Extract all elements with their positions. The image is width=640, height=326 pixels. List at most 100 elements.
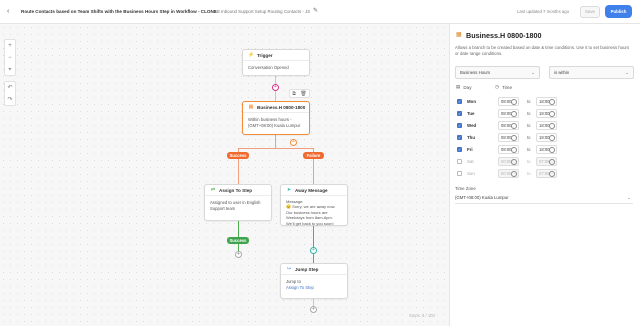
jump-step-node[interactable]: ↪ Jump Step Jump to Assign To Step [280,263,348,299]
to-label: to [527,99,531,104]
away-message-node[interactable]: ➤ Away Message Message: 😊 Sorry, we are … [280,184,348,226]
clock-icon [511,170,517,177]
node-body-line: (GMT+08:00) Kuala Lumpur [248,123,301,128]
day-checkbox[interactable]: ✓ [457,123,462,128]
start-time-input[interactable]: 08:00 [498,97,519,106]
chevron-down-icon: ⌄ [627,195,631,200]
clock-icon [511,134,517,141]
day-row: ✓ Thu 08:00 to 18:00 [456,133,634,143]
zoom-out-icon[interactable]: − [5,52,15,64]
clock-icon [511,98,517,105]
add-step-button[interactable]: + [272,84,279,91]
save-button[interactable]: Save [580,6,600,18]
trigger-node[interactable]: ⚡ Trigger Conversation Opened [242,49,310,76]
delete-icon[interactable]: 🗑 [300,91,306,97]
chevron-down-icon: ⌄ [625,70,629,75]
node-title: Jump Step [295,266,319,272]
to-label: to [527,159,531,164]
start-time-input[interactable]: 08:00 [498,109,519,118]
node-title: Assign To Step [219,187,253,193]
duplicate-icon[interactable]: ⧉ [292,91,296,97]
clock-icon [511,110,517,117]
day-checkbox[interactable]: ✓ [457,99,462,104]
start-time-input[interactable]: 08:00 [498,145,519,154]
node-body-line: We'll get back to you soon! [286,220,334,226]
assign-to-step-node[interactable]: ⇄ Assign To Step Assigned to user in Eng… [204,184,272,221]
day-name: Thu [467,135,476,140]
node-title: Business.H 0800-1800 [257,104,306,110]
to-label: to [527,123,531,128]
to-label: to [527,147,531,152]
redo-icon[interactable]: ↷ [5,94,15,106]
day-checkbox[interactable] [457,171,462,176]
back-arrow-icon[interactable]: ‹ [7,8,9,15]
day-name: Fri [467,147,473,152]
end-time-input[interactable]: 18:00 [536,109,557,118]
workflow-canvas[interactable] [0,24,449,326]
day-checkbox[interactable]: ✓ [457,135,462,140]
connector-line [313,226,314,263]
node-body: Conversation Opened [248,65,289,70]
edit-pencil-icon[interactable]: ✎ [313,7,318,14]
last-updated-text: Last updated 7 months ago [517,9,570,14]
day-row: Sat 00:00 to 07:59 [456,157,634,167]
clock-icon [549,170,555,177]
day-checkbox[interactable] [457,159,462,164]
start-time-input[interactable]: 00:00 [498,157,519,166]
start-time-input[interactable]: 08:00 [498,133,519,142]
clock-icon [511,122,517,129]
clock-icon [549,146,555,153]
end-time-input[interactable]: 18:00 [536,121,557,130]
day-name: Sun [467,171,475,176]
success-branch-label[interactable]: Success [227,152,249,159]
start-time-input[interactable]: 00:00 [498,169,519,178]
calendar-small-icon: ▤ [456,84,461,89]
clock-icon [511,146,517,153]
calendar-icon: ▦ [456,32,462,38]
workflow-subtitle: KB Inbound Support Setup Routing Contact… [214,9,311,14]
end-time-input[interactable]: 18:00 [536,145,557,154]
day-row: ✓ Mon 08:00 to 18:00 [456,97,634,107]
jump-icon: ↪ [286,266,292,272]
top-header: ‹ Route Contacts based on Team Shifts wi… [0,0,640,24]
time-column-header: ◷ Time [495,84,513,90]
day-name: Mon [467,99,477,104]
add-step-button[interactable]: + [235,251,242,258]
add-step-button[interactable]: + [290,139,297,146]
failure-branch-label[interactable]: Failure [303,152,324,159]
condition-field-select[interactable]: Business Hours ⌄ [455,66,540,79]
end-time-input[interactable]: 07:59 [536,169,557,178]
end-time-input[interactable]: 18:00 [536,133,557,142]
add-step-button[interactable]: + [310,306,317,313]
clock-icon [549,134,555,141]
select-value: (GMT+08:00) Kuala Lumpur [455,195,509,200]
panel-title[interactable]: Business.H 0800-1800 [466,31,542,40]
start-time-input[interactable]: 08:00 [498,121,519,130]
workflow-title: Route Contacts based on Team Shifts with… [21,9,217,14]
day-checkbox[interactable]: ✓ [457,111,462,116]
lightning-icon: ⚡ [248,52,255,58]
steps-counter: Steps: 6 / 100 [409,313,435,318]
end-time-input[interactable]: 18:00 [536,97,557,106]
assign-user-icon: ⇄ [210,187,216,193]
fit-view-icon[interactable]: ⌖ [5,64,15,76]
clock-icon [549,158,555,165]
history-controls: ↶ ↷ [4,81,16,106]
jump-target-link[interactable]: Assign To Step [286,285,342,291]
timezone-select[interactable]: (GMT+08:00) Kuala Lumpur ⌄ [455,194,633,204]
undo-icon[interactable]: ↶ [5,82,15,94]
node-title: Away Message [295,187,328,193]
operator-select[interactable]: is within ⌄ [549,66,634,79]
assign-success-label[interactable]: Success [227,237,249,244]
day-row: ✓ Fri 08:00 to 18:00 [456,145,634,155]
clock-icon [549,98,555,105]
add-step-button[interactable]: + [310,247,317,254]
end-time-input[interactable]: 07:59 [536,157,557,166]
clock-icon [549,122,555,129]
business-hours-node[interactable]: ▦ Business.H 0800-1800 Within business h… [242,101,310,135]
publish-button[interactable]: Publish [605,5,632,18]
day-checkbox[interactable]: ✓ [457,147,462,152]
clock-icon [511,158,517,165]
zoom-in-icon[interactable]: + [5,40,15,52]
connector-line [275,135,276,148]
